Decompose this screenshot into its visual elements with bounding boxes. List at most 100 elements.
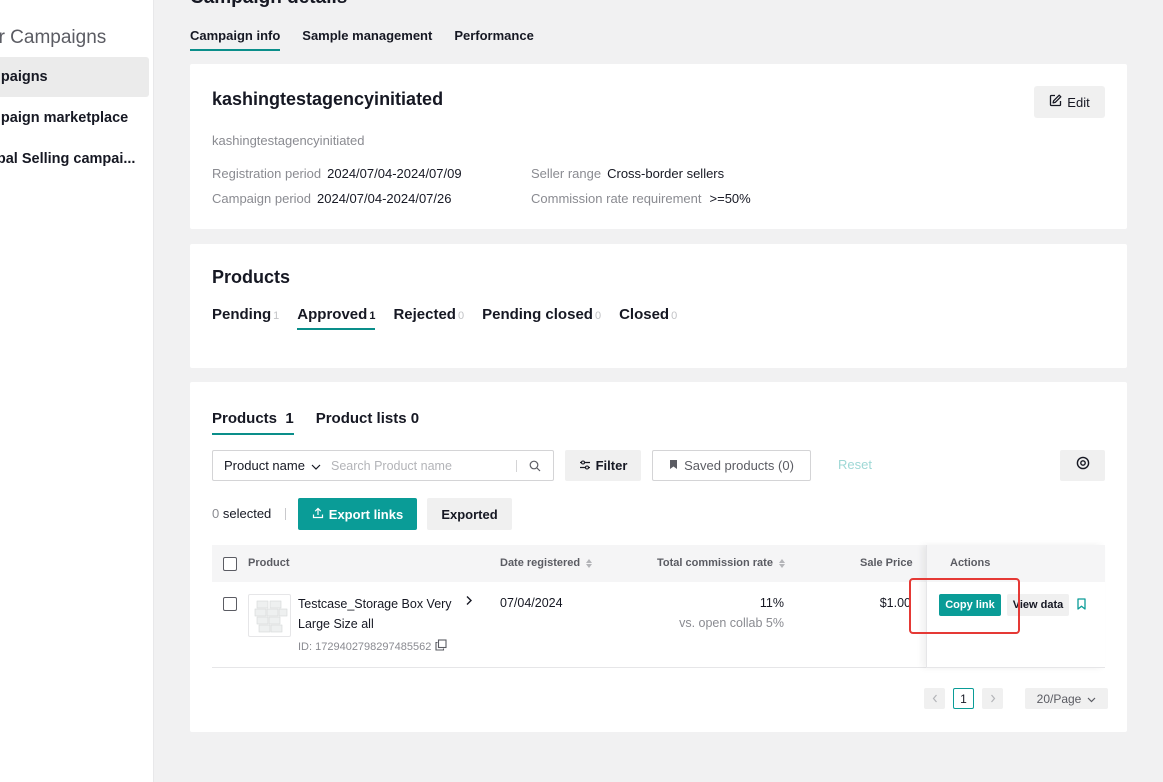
view-data-button[interactable]: View data: [1007, 594, 1069, 616]
date-registered: 07/04/2024: [500, 596, 563, 610]
tab-product-lists[interactable]: Product lists 0: [316, 410, 419, 435]
products-title: Products: [212, 267, 291, 287]
products-table: Product Date registered Total commission…: [212, 545, 1105, 668]
sidebar-item-global-selling-campaigns[interactable]: obal Selling campai...: [0, 139, 149, 179]
sort-icon: [586, 558, 593, 568]
page-number[interactable]: 1: [953, 688, 974, 709]
tab-count: 1: [285, 410, 294, 427]
column-date-registered[interactable]: Date registered: [500, 557, 593, 569]
seller-range: Seller range Cross-border sellers: [531, 166, 724, 181]
copy-link-button[interactable]: Copy link: [939, 594, 1001, 616]
select-all-checkbox[interactable]: [223, 557, 237, 571]
column-actions: Actions: [950, 557, 990, 569]
tab-performance[interactable]: Performance: [454, 28, 533, 51]
column-label: Actions: [950, 557, 991, 569]
prev-page-button[interactable]: [924, 688, 945, 709]
sidebar: er Campaigns mpaigns mpaign marketplace …: [0, 0, 154, 782]
tab-count: 1: [369, 310, 376, 322]
campaign-info-card: kashingtestagencyinitiated Edit kashingt…: [190, 64, 1127, 229]
seller-range-label: Seller range: [531, 166, 602, 181]
search-input[interactable]: [331, 458, 516, 473]
tab-campaign-info[interactable]: Campaign info: [190, 28, 281, 51]
table-row: Testcase_Storage Box Very Large Size all…: [212, 582, 1105, 668]
column-product: Product: [248, 557, 290, 569]
search-icon[interactable]: [525, 460, 545, 472]
filter-button[interactable]: Filter: [565, 450, 641, 481]
tab-count: 0: [594, 310, 602, 322]
tab-label: Pending closed: [482, 306, 593, 323]
tab-products[interactable]: Products 1: [212, 410, 294, 435]
chevron-down-icon: [1087, 692, 1096, 706]
column-settings-button[interactable]: [1060, 450, 1105, 481]
upload-icon: [312, 507, 324, 522]
product-id-text: ID: 1729402798297485562: [298, 640, 432, 653]
list-tabs: Products 1 Product lists 0: [212, 410, 419, 435]
column-label: Date registered: [500, 557, 581, 569]
export-links-button[interactable]: Export links: [298, 498, 417, 530]
tab-approved[interactable]: Approved 1: [297, 306, 376, 330]
sidebar-item-label: mpaign marketplace: [0, 110, 129, 126]
selected-count: 0 selected: [212, 506, 271, 521]
selected-number: 0: [212, 506, 220, 521]
settings-icon: [1076, 456, 1090, 475]
sidebar-title: er Campaigns: [0, 27, 107, 48]
tab-rejected[interactable]: Rejected 0: [393, 306, 464, 330]
registration-period: Registration period 2024/07/04-2024/07/09: [212, 166, 462, 181]
tab-pending-closed[interactable]: Pending closed 0: [482, 306, 601, 330]
saved-products-button[interactable]: Saved products (0): [652, 450, 811, 481]
chevron-right-icon[interactable]: [465, 595, 473, 609]
commission-requirement: Commission rate requirement >=50%: [531, 191, 751, 206]
commission-value: >=50%: [709, 191, 751, 206]
sidebar-item-label: obal Selling campai...: [0, 151, 136, 167]
product-thumbnail: [248, 594, 291, 637]
commission-rate-compare: vs. open collab 5%: [679, 616, 784, 630]
product-name[interactable]: Testcase_Storage Box Very Large Size all: [298, 594, 458, 634]
commission-rate: 11% vs. open collab 5%: [679, 596, 784, 630]
sale-price: $1.00: [879, 596, 911, 610]
status-tabs: Pending 1 Approved 1 Rejected 0 Pending clo…: [212, 306, 677, 330]
page-title: Campaign details: [190, 0, 347, 9]
registration-label: Registration period: [212, 166, 322, 181]
bookmark-icon[interactable]: [1077, 598, 1086, 613]
seller-range-value: Cross-border sellers: [607, 166, 725, 181]
saved-products-label: Saved products (0): [684, 458, 794, 473]
campaign-period: Campaign period 2024/07/04-2024/07/26: [212, 191, 451, 206]
edit-icon: [1049, 94, 1062, 110]
row-checkbox[interactable]: [223, 597, 237, 611]
page-size-select[interactable]: 20/Page: [1025, 688, 1108, 709]
search-field-select[interactable]: Product name: [213, 458, 331, 473]
filter-icon: [579, 458, 591, 473]
campaign-period-value: 2024/07/04-2024/07/26: [317, 191, 452, 206]
reset-button[interactable]: Reset: [838, 457, 872, 472]
tab-pending[interactable]: Pending 1: [212, 306, 279, 330]
table-header: Product Date registered Total commission…: [212, 545, 1105, 582]
tab-label: Rejected: [393, 306, 456, 323]
next-page-button[interactable]: [982, 688, 1003, 709]
edit-button[interactable]: Edit: [1034, 86, 1105, 118]
products-status-card: Products Pending 1 Approved 1 Rejected 0 Pe…: [190, 244, 1127, 368]
column-total-commission-rate[interactable]: Total commission rate: [657, 557, 785, 569]
top-tabs: Campaign info Sample management Performa…: [190, 28, 534, 51]
search-box: Product name: [212, 450, 554, 481]
search-field-label: Product name: [224, 458, 305, 473]
page-size-label: 20/Page: [1036, 691, 1082, 706]
copy-icon[interactable]: [435, 639, 447, 654]
campaign-period-label: Campaign period: [212, 191, 312, 206]
column-sale-price: Sale Price: [860, 557, 913, 569]
tab-count: 0: [410, 410, 420, 427]
tab-label: Products: [212, 410, 278, 427]
commission-rate-value: 11%: [759, 596, 784, 610]
tab-closed[interactable]: Closed 0: [619, 306, 677, 330]
sidebar-item-campaign-marketplace[interactable]: mpaign marketplace: [0, 98, 149, 138]
tab-sample-management[interactable]: Sample management: [302, 28, 432, 51]
tab-count: 0: [457, 310, 465, 322]
sort-icon: [778, 558, 785, 568]
commission-label: Commission rate requirement: [531, 191, 702, 206]
export-links-label: Export links: [328, 506, 404, 522]
divider: [285, 508, 286, 520]
bookmark-icon: [669, 458, 678, 473]
tab-label: Closed: [619, 306, 670, 323]
exported-button[interactable]: Exported: [427, 498, 512, 530]
column-label: Total commission rate: [657, 557, 773, 569]
sidebar-item-campaigns[interactable]: mpaigns: [0, 57, 149, 97]
